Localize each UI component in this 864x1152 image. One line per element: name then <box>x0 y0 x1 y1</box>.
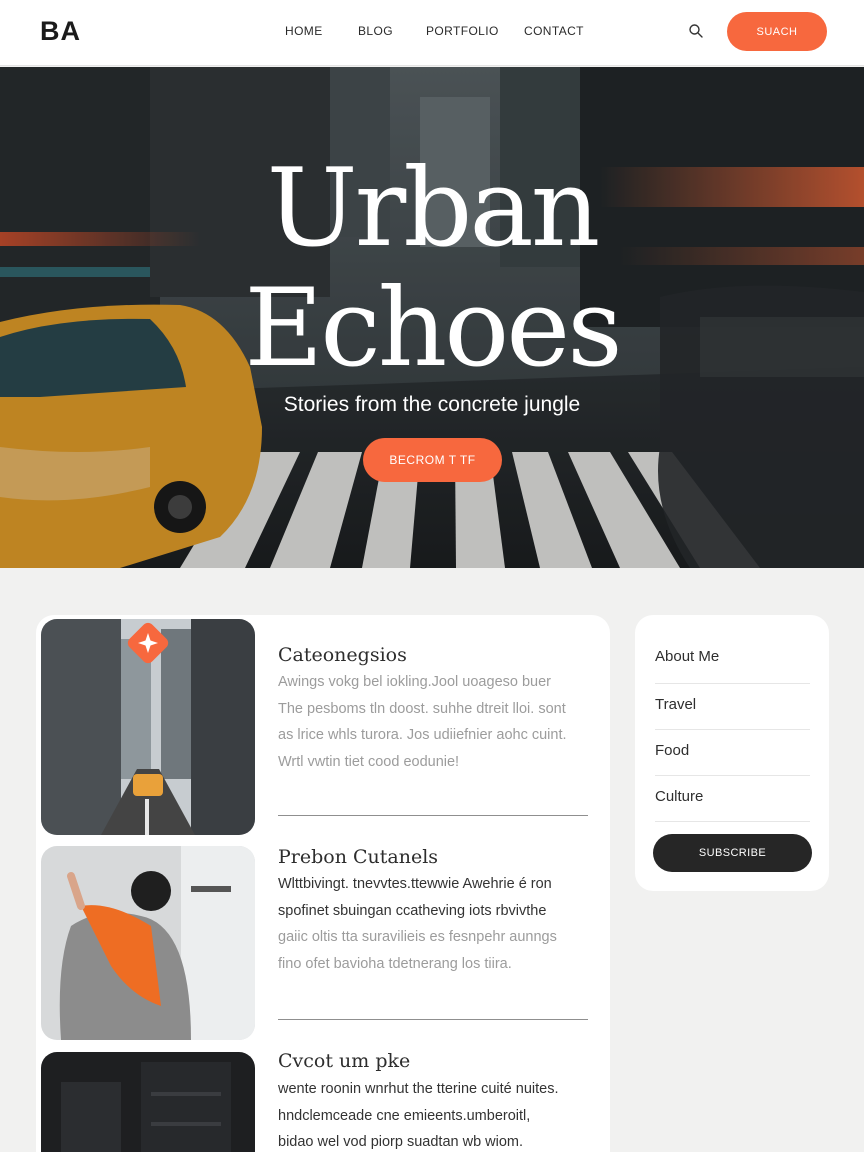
post-excerpt: Awings vokg bel iokling.Jool uoageso bue… <box>278 669 598 775</box>
sidebar-item-culture[interactable]: Culture <box>655 788 703 805</box>
hero-title-line1: Urban <box>266 146 601 271</box>
excerpt-line: as lrice whls turora. Jos udiiefnier aoh… <box>278 727 567 743</box>
sidebar-item-about[interactable]: About Me <box>655 648 719 665</box>
post-title[interactable]: Cvcot um pke <box>278 1050 410 1072</box>
search-icon[interactable] <box>688 23 704 39</box>
excerpt-line: bidao wel vod piorp suadtan wb wiom. <box>278 1134 524 1150</box>
hero-title-line2: Echoes <box>244 266 622 391</box>
excerpt-line: Awings vokg bel iokling.Jool uoageso bue… <box>278 674 551 690</box>
person-scarf-thumbnail-image <box>41 846 255 1040</box>
sidebar-item-travel[interactable]: Travel <box>655 696 696 713</box>
post-divider <box>278 1019 588 1020</box>
sidebar-divider <box>655 821 810 822</box>
subscribe-button[interactable]: SUBSCRIBE <box>653 834 812 872</box>
post-excerpt: wente roonin wnrhut the tterine cuité nu… <box>278 1076 598 1152</box>
hero-banner: Urban Echoes Stories from the concrete j… <box>0 67 864 568</box>
nav-home[interactable]: HOME <box>285 24 323 38</box>
post-title[interactable]: Prebon Cutanels <box>278 846 438 868</box>
nav-portfolio[interactable]: PORTFOLIO <box>426 24 499 38</box>
excerpt-line: wente roonin wnrhut the tterine cuité nu… <box>278 1081 559 1097</box>
hero-subtitle: Stories from the concrete jungle <box>283 393 581 416</box>
excerpt-line: hndclemceade cne emieents.umberoitl, <box>278 1107 531 1124</box>
excerpt-line: spofinet sbuingan ccatheving iots rbvivt… <box>278 902 547 919</box>
excerpt-line: The pesboms tln doost. suhhe dtreit lloi… <box>278 700 566 717</box>
site-header: BA HOME BLOG PORTFOLIO CONTACT SUACH <box>0 0 864 66</box>
sidebar-divider <box>655 683 810 684</box>
post-divider <box>278 815 588 816</box>
post-excerpt: Wlttbivingt. tnevvtes.ttewwie Awehrie é … <box>278 871 598 977</box>
sparkle-icon <box>127 622 169 664</box>
nav-contact[interactable]: CONTACT <box>524 24 584 38</box>
post-list: Cateonegsios Awings vokg bel iokling.Joo… <box>36 615 610 1152</box>
post-title[interactable]: Cateonegsios <box>278 644 407 666</box>
hero-cta-button[interactable]: BECROM T TF <box>363 438 502 482</box>
dark-building-thumbnail-image <box>41 1052 255 1152</box>
sidebar-divider <box>655 775 810 776</box>
header-cta-button[interactable]: SUACH <box>727 12 827 51</box>
post-thumbnail[interactable] <box>41 1052 255 1152</box>
site-logo[interactable]: BA <box>40 16 81 47</box>
excerpt-line: gaiic oltis tta suravilieis es fesnpehr … <box>278 929 557 945</box>
excerpt-line: Wrtl vwtin tiet cood eodunie! <box>278 753 460 770</box>
nav-blog[interactable]: BLOG <box>358 24 393 38</box>
excerpt-line: Wlttbivingt. tnevvtes.ttewwie Awehrie é … <box>278 876 552 892</box>
sidebar: About Me Travel Food Culture SUBSCRIBE <box>635 615 829 891</box>
excerpt-line: fino ofet bavioha tdetnerang los tiira. <box>278 955 512 972</box>
sidebar-item-food[interactable]: Food <box>655 742 689 759</box>
post-thumbnail[interactable] <box>41 846 255 1040</box>
sidebar-divider <box>655 729 810 730</box>
